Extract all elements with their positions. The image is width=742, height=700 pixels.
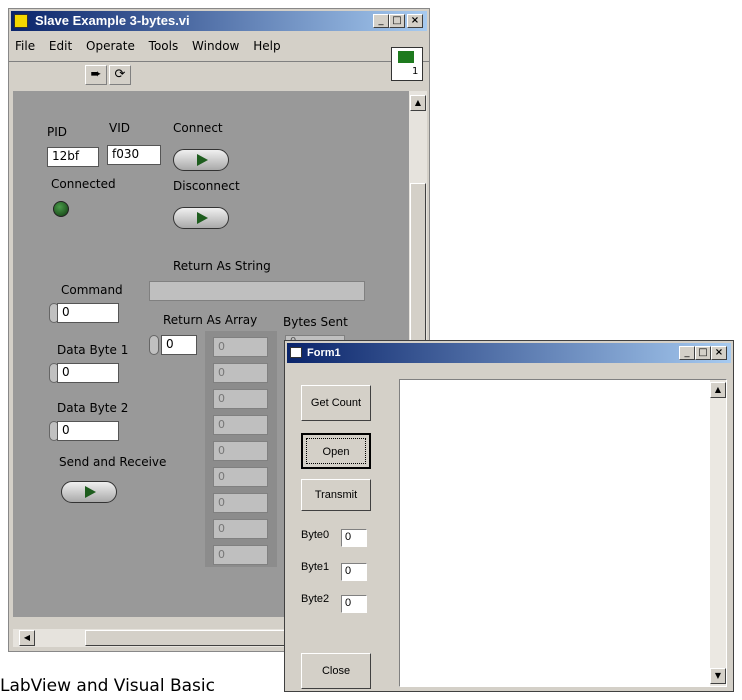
menu-help[interactable]: Help [253, 39, 280, 53]
array-element: 0 [213, 467, 268, 487]
byte2-label: Byte2 [301, 593, 330, 605]
array-element: 0 [213, 545, 268, 565]
pid-field[interactable]: 12bf [47, 147, 99, 167]
close-icon[interactable]: × [407, 14, 423, 28]
form-app-icon [290, 347, 302, 358]
hscroll-thumb[interactable] [85, 630, 285, 646]
data-byte2-field[interactable]: 0 [57, 421, 119, 441]
array-element: 0 [213, 441, 268, 461]
bytes-sent-label: Bytes Sent [283, 315, 348, 329]
array-element: 0 [213, 519, 268, 539]
maximize-icon[interactable]: □ [389, 14, 405, 28]
return-string-field [149, 281, 365, 301]
open-button[interactable]: Open [301, 433, 371, 469]
form-titlebar[interactable]: Form1 _ □ × [287, 343, 731, 363]
vi-connector-icon: 1 [391, 47, 423, 81]
disconnect-button[interactable] [173, 207, 229, 229]
connected-label: Connected [51, 177, 116, 191]
maximize-icon[interactable]: □ [695, 346, 711, 360]
disconnect-label: Disconnect [173, 179, 240, 193]
send-receive-label: Send and Receive [59, 455, 167, 469]
byte1-label: Byte1 [301, 561, 330, 573]
get-count-button[interactable]: Get Count [301, 385, 371, 421]
minimize-icon[interactable]: _ [373, 14, 389, 28]
connect-label: Connect [173, 121, 223, 135]
pid-label: PID [47, 125, 68, 139]
transmit-button[interactable]: Transmit [301, 479, 371, 511]
array-element: 0 [213, 363, 268, 383]
close-icon[interactable]: × [711, 346, 727, 360]
data-byte1-field[interactable]: 0 [57, 363, 119, 383]
array-element: 0 [213, 493, 268, 513]
labview-menubar: File Edit Operate Tools Window Help [15, 39, 291, 53]
data-byte2-label: Data Byte 2 [57, 401, 129, 415]
array-element: 0 [213, 415, 268, 435]
byte1-input[interactable]: 0 [341, 563, 367, 581]
scroll-up-icon[interactable]: ▲ [710, 382, 726, 398]
menu-operate[interactable]: Operate [86, 39, 135, 53]
output-textbox[interactable]: ▲ ▼ [399, 379, 727, 687]
vid-field[interactable]: f030 [107, 145, 161, 165]
command-label: Command [61, 283, 123, 297]
vb-form-window: Form1 _ □ × Get Count Open Transmit Byte… [284, 340, 734, 692]
array-element: 0 [213, 389, 268, 409]
scroll-down-icon[interactable]: ▼ [710, 668, 726, 684]
byte0-input[interactable]: 0 [341, 529, 367, 547]
scroll-left-icon[interactable]: ◀ [19, 630, 35, 646]
labview-app-icon [14, 14, 28, 28]
textbox-scrollbar[interactable]: ▲ ▼ [710, 380, 726, 686]
menu-file[interactable]: File [15, 39, 35, 53]
run-continuously-icon[interactable]: ⟳ [109, 65, 131, 85]
menu-edit[interactable]: Edit [49, 39, 72, 53]
return-string-label: Return As String [173, 259, 271, 273]
return-array-label: Return As Array [163, 313, 258, 327]
caption: LabView and Visual Basic [0, 676, 215, 696]
command-field[interactable]: 0 [57, 303, 119, 323]
labview-titlebar[interactable]: Slave Example 3-bytes.vi _ □ × [11, 11, 427, 31]
array-index-field[interactable]: 0 [161, 335, 197, 355]
byte0-label: Byte0 [301, 529, 330, 541]
byte2-input[interactable]: 0 [341, 595, 367, 613]
send-receive-button[interactable] [61, 481, 117, 503]
array-index-spinner-icon[interactable] [149, 335, 159, 355]
run-arrow-icon[interactable]: ➨ [85, 65, 107, 85]
menu-tools[interactable]: Tools [149, 39, 179, 53]
menu-window[interactable]: Window [192, 39, 239, 53]
form-title: Form1 [307, 347, 341, 359]
scroll-up-icon[interactable]: ▲ [410, 95, 426, 111]
close-button[interactable]: Close [301, 653, 371, 689]
data-byte1-label: Data Byte 1 [57, 343, 129, 357]
connect-button[interactable] [173, 149, 229, 171]
array-element: 0 [213, 337, 268, 357]
minimize-icon[interactable]: _ [679, 346, 695, 360]
labview-title: Slave Example 3-bytes.vi [35, 13, 190, 28]
vid-label: VID [109, 121, 130, 135]
connected-led [53, 201, 69, 217]
